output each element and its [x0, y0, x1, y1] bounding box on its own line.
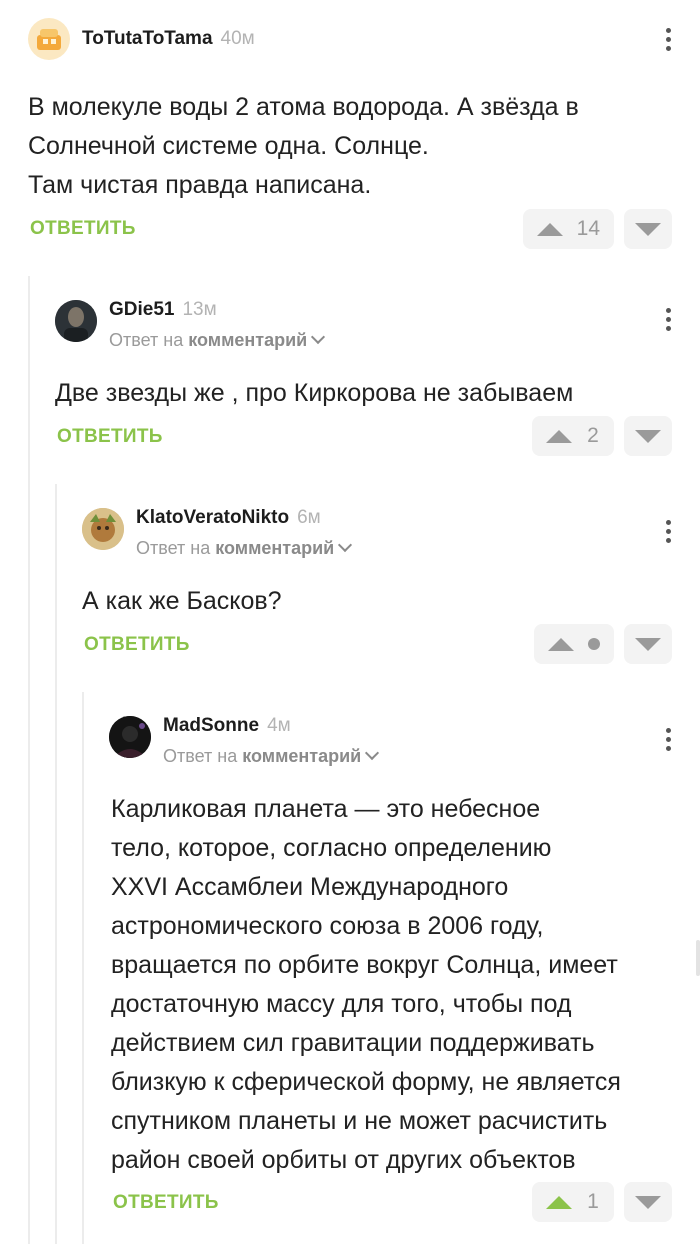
reply-target[interactable]: комментарий	[188, 330, 307, 350]
reply-to-link[interactable]: Ответ на комментарий	[136, 537, 353, 559]
author-name[interactable]: KlatoVeratoNikto 6м	[136, 507, 321, 529]
vote-count: 14	[576, 217, 600, 240]
reply-target[interactable]: комментарий	[215, 538, 334, 558]
reply-button[interactable]: ОТВЕТИТЬ	[30, 218, 136, 240]
comment-time: 13м	[182, 299, 217, 320]
reply-target[interactable]: комментарий	[242, 746, 361, 766]
author-name-text[interactable]: KlatoVeratoNikto	[136, 507, 289, 528]
downvote-button[interactable]	[624, 416, 672, 456]
reply-prefix: Ответ на	[109, 330, 184, 350]
avatar[interactable]	[109, 716, 151, 758]
upvote-button[interactable]	[534, 624, 614, 664]
comment-header: ToTutaToTama 40м	[28, 18, 700, 62]
comment-time: 40м	[220, 28, 255, 49]
avatar[interactable]	[82, 508, 124, 550]
comment-1: ToTutaToTama 40м В молекуле воды 2 атома …	[28, 18, 700, 258]
upvote-triangle-icon	[546, 1195, 572, 1209]
more-vertical-icon[interactable]	[664, 728, 672, 751]
reply-button[interactable]: ОТВЕТИТЬ	[57, 426, 163, 448]
downvote-button[interactable]	[624, 624, 672, 664]
more-vertical-icon[interactable]	[664, 308, 672, 331]
comment-3: KlatoVeratoNikto 6м Ответ на комментарий …	[82, 504, 700, 674]
comment-header: KlatoVeratoNikto 6м Ответ на комментарий	[82, 507, 700, 558]
reply-prefix: Ответ на	[136, 538, 211, 558]
vote-controls: 2	[532, 416, 672, 456]
author-name-text[interactable]: GDie51	[109, 299, 174, 320]
reply-to-link[interactable]: Ответ на комментарий	[109, 329, 326, 351]
downvote-triangle-icon	[635, 222, 661, 236]
comment-text: В молекуле воды 2 атома водорода. А звёз…	[28, 93, 579, 199]
comment-4: MadSonne 4м Ответ на комментарий Карликов…	[109, 712, 700, 1232]
upvote-triangle-icon	[548, 637, 574, 651]
author-name[interactable]: MadSonne 4м	[163, 715, 291, 737]
comment-text: А как же Басков?	[82, 587, 282, 615]
reply-to-link[interactable]: Ответ на комментарий	[163, 745, 380, 767]
upvote-button[interactable]: 1	[532, 1182, 614, 1222]
reply-button[interactable]: ОТВЕТИТЬ	[84, 634, 190, 656]
vote-count: 1	[587, 1190, 599, 1213]
more-vertical-icon[interactable]	[664, 28, 672, 51]
comment-time: 4м	[267, 715, 291, 736]
more-vertical-icon[interactable]	[664, 520, 672, 543]
downvote-triangle-icon	[635, 637, 661, 651]
upvote-triangle-icon	[546, 429, 572, 443]
author-name[interactable]: GDie51 13м	[109, 299, 217, 321]
reply-prefix: Ответ на	[163, 746, 238, 766]
upvote-triangle-icon	[536, 222, 563, 236]
vote-controls	[534, 624, 672, 664]
upvote-button[interactable]: 14	[522, 209, 614, 249]
thread-line-level-3	[82, 692, 84, 1244]
comment-header: GDie51 13м Ответ на комментарий	[55, 299, 700, 350]
author-name-text[interactable]: ToTutaToTama	[82, 28, 213, 49]
vote-controls: 14	[522, 209, 672, 249]
comment-header: MadSonne 4м Ответ на комментарий	[109, 715, 700, 766]
chevron-down-icon[interactable]	[338, 537, 353, 553]
vote-count-hidden-dot	[588, 638, 600, 650]
reply-button[interactable]: ОТВЕТИТЬ	[113, 1192, 219, 1214]
downvote-triangle-icon	[635, 429, 661, 443]
avatar[interactable]	[55, 300, 97, 342]
author-name-text[interactable]: MadSonne	[163, 715, 259, 736]
comment-text: Две звезды же , про Киркорова не забывае…	[55, 379, 574, 407]
comment-2: GDie51 13м Ответ на комментарий Две звезд…	[55, 296, 700, 466]
thread-line-level-1	[28, 276, 30, 1244]
vote-count: 2	[587, 424, 599, 447]
vote-controls: 1	[532, 1182, 672, 1222]
downvote-button[interactable]	[624, 1182, 672, 1222]
author-name[interactable]: ToTutaToTama 40м	[82, 28, 255, 50]
chevron-down-icon[interactable]	[365, 745, 380, 761]
chevron-down-icon[interactable]	[311, 329, 326, 345]
downvote-button[interactable]	[624, 209, 672, 249]
avatar[interactable]	[28, 18, 70, 60]
thread-line-level-2	[55, 484, 57, 1244]
comment-text: Карликовая планета — это небесное тело, …	[111, 795, 621, 1174]
scroll-indicator[interactable]	[696, 940, 700, 976]
upvote-button[interactable]: 2	[532, 416, 614, 456]
comment-time: 6м	[297, 507, 321, 528]
downvote-triangle-icon	[635, 1195, 661, 1209]
